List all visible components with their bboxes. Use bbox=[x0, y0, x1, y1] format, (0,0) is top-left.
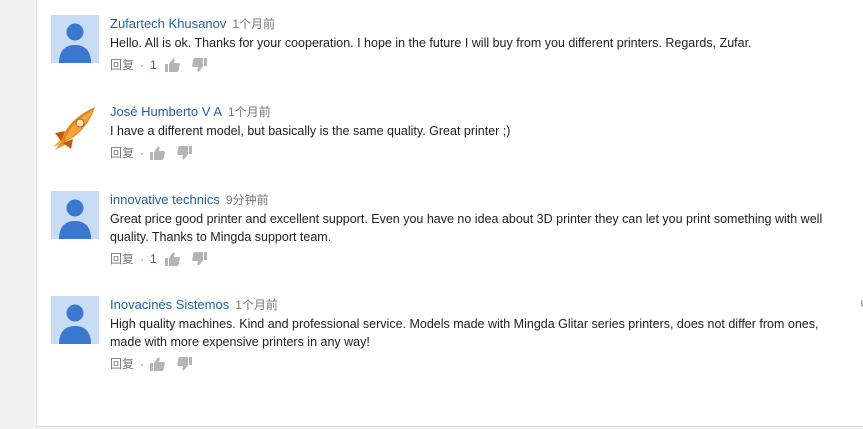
comment-header: José Humberto V A 1个月前 bbox=[110, 103, 844, 120]
reply-button[interactable]: 回复 bbox=[110, 145, 134, 161]
comment-actions: 回复 · 1 bbox=[110, 250, 844, 266]
thumbs-down-icon[interactable] bbox=[191, 57, 207, 72]
reply-button[interactable]: 回复 bbox=[110, 57, 134, 73]
separator: · bbox=[140, 57, 145, 72]
like-count: 1 bbox=[150, 57, 157, 72]
thumbs-up-icon[interactable] bbox=[150, 357, 165, 371]
rocket-icon[interactable] bbox=[51, 103, 99, 151]
comment-text: Great price good printer and excellent s… bbox=[110, 212, 823, 244]
timestamp[interactable]: 1个月前 bbox=[235, 298, 278, 312]
author-name[interactable]: Zufartech Khusanov bbox=[110, 16, 226, 31]
thumbs-up-icon[interactable] bbox=[164, 252, 180, 266]
timestamp[interactable]: 9分钟前 bbox=[226, 193, 269, 207]
timestamp[interactable]: 1个月前 bbox=[228, 105, 271, 119]
default-user-icon[interactable] bbox=[51, 15, 99, 63]
author-name[interactable]: José Humberto V A bbox=[110, 104, 222, 119]
comment-actions: 回复 · 1 bbox=[110, 56, 844, 72]
default-user-icon[interactable] bbox=[51, 191, 99, 239]
thumbs-up-icon[interactable] bbox=[164, 58, 180, 72]
reply-button[interactable]: 回复 bbox=[110, 356, 134, 372]
separator: · bbox=[140, 251, 145, 266]
reply-button[interactable]: 回复 bbox=[110, 251, 134, 267]
comment-text: High quality machines. Kind and professi… bbox=[110, 317, 819, 349]
comment-body: Inovacinės Sistemos 1个月前 High quality mac… bbox=[110, 296, 844, 371]
comments-panel: Zufartech Khusanov 1个月前 Hello. All is ok.… bbox=[36, 0, 863, 427]
comment-header: Inovacinės Sistemos 1个月前 bbox=[110, 296, 844, 313]
timestamp[interactable]: 1个月前 bbox=[232, 17, 275, 31]
comment-text: I have a different model, but basically … bbox=[110, 124, 511, 138]
comment-body: José Humberto V A 1个月前 I have a different… bbox=[110, 103, 844, 160]
author-name[interactable]: Inovacinės Sistemos bbox=[110, 297, 229, 312]
author-name[interactable]: innovative technics bbox=[110, 192, 220, 207]
comment-text: Hello. All is ok. Thanks for your cooper… bbox=[110, 36, 752, 50]
like-count: 1 bbox=[150, 251, 157, 266]
default-user-icon[interactable] bbox=[51, 296, 99, 344]
separator: · bbox=[140, 356, 145, 371]
thumbs-down-icon[interactable] bbox=[177, 356, 193, 371]
thumbs-up-icon[interactable] bbox=[150, 146, 165, 160]
separator: · bbox=[140, 145, 145, 160]
thumbs-down-icon[interactable] bbox=[177, 145, 193, 160]
comment-actions: 回复 · bbox=[110, 355, 844, 371]
thumbs-down-icon[interactable] bbox=[191, 251, 207, 266]
comment-actions: 回复 · bbox=[110, 144, 844, 160]
comment-header: innovative technics 9分钟前 bbox=[110, 191, 844, 208]
comment-body: innovative technics 9分钟前 Great price good… bbox=[110, 191, 844, 266]
comment-header: Zufartech Khusanov 1个月前 bbox=[110, 15, 844, 32]
comment-body: Zufartech Khusanov 1个月前 Hello. All is ok.… bbox=[110, 15, 844, 72]
